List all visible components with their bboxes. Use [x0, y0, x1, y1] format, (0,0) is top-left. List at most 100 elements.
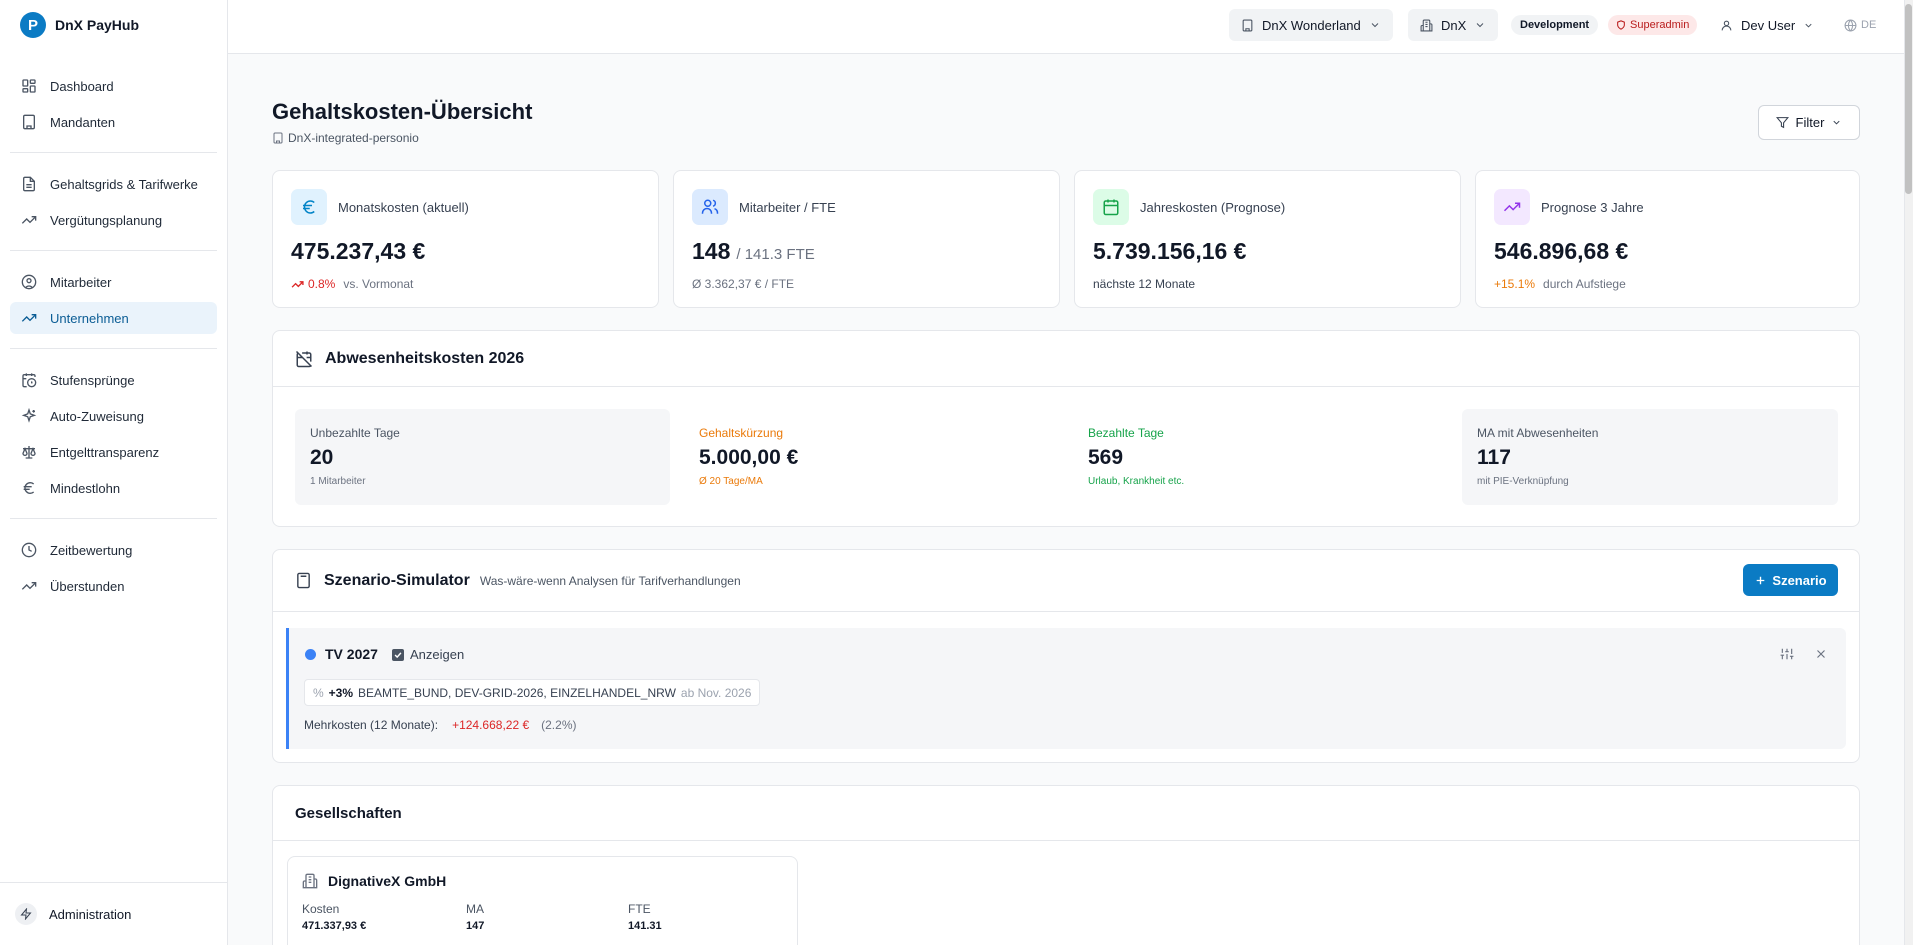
card-subtitle: Was-wäre-wenn Analysen für Tarifverhandl… [479, 573, 741, 588]
sidebar-item-label: Administration [49, 906, 132, 922]
sidebar-item-label: Gehaltsgrids & Tarifwerke [50, 176, 198, 192]
filter-button[interactable]: Filter [1758, 105, 1860, 140]
trending-up-icon [291, 278, 304, 291]
company-cost-label: Kosten [302, 902, 340, 916]
page-title: Gehaltskosten-Übersicht [272, 99, 533, 124]
layout-grid-icon [20, 77, 38, 95]
sidebar-item-label: Mitarbeiter [50, 274, 112, 290]
kpi-card-employees: Mitarbeiter / FTE 148 / 141.3 FTE Ø 3.36… [673, 170, 1060, 308]
sliders-icon[interactable] [1780, 647, 1794, 661]
kpi-card-monthly-cost: Monatskosten (aktuell) 475.237,43 € 0.8%… [272, 170, 659, 308]
scenario-cost: Mehrkosten (12 Monate): +124.668,22 € (2… [304, 718, 576, 732]
scrollbar-thumb[interactable] [1905, 4, 1912, 194]
stat-note: mit PIE-Verknüpfung [1477, 476, 1569, 487]
scenario-actions [1780, 647, 1828, 661]
env-badge: Development [1511, 15, 1599, 35]
cost-percent: (2.2%) [541, 718, 577, 732]
building-icon [1241, 19, 1254, 32]
role-badge-label: Superadmin [1630, 19, 1690, 31]
card-title: Abwesenheitskosten 2026 [325, 349, 525, 367]
euro-icon [291, 189, 327, 225]
checkbox-checked-icon [392, 648, 404, 661]
company-selector[interactable]: DnX [1408, 9, 1499, 41]
clock-icon [20, 541, 38, 559]
scenario-rule-chip: % +3% BEAMTE_BUND, DEV-GRID-2026, EINZEL… [304, 679, 761, 706]
sidebar-item-label: Entgelttransparenz [50, 444, 160, 460]
show-scenario-checkbox[interactable]: Anzeigen [392, 647, 464, 662]
stat-employees-with-absences: MA mit Abwesenheiten 117 mit PIE-Verknüp… [1462, 409, 1838, 505]
cost-value: +124.668,22 € [452, 718, 530, 732]
kpi-sub: +15.1% durch Aufstiege [1494, 277, 1626, 291]
user-circle-icon [20, 273, 38, 291]
kpi-label: Prognose 3 Jahre [1541, 200, 1644, 215]
stat-paid-days: Bezahlte Tage 569 Urlaub, Krankheit etc. [1073, 409, 1448, 505]
language-label: DE [1861, 19, 1877, 31]
plus-icon [1754, 574, 1767, 587]
sidebar-item-label: Auto-Zuweisung [50, 408, 144, 424]
sidebar-item-label: Vergütungsplanung [50, 212, 163, 228]
kpi-sub-text: vs. Vormonat [343, 277, 414, 291]
close-icon[interactable] [1814, 647, 1828, 661]
kpi-value-text: 5.739.156,16 € [1093, 238, 1247, 264]
shield-icon [1616, 20, 1626, 30]
company-name: DignativeX GmbH [302, 873, 446, 889]
stat-unpaid-days: Unbezahlte Tage 20 1 Mitarbeiter [295, 409, 670, 505]
scenario-name: TV 2027 [325, 646, 378, 662]
user-icon [1720, 19, 1733, 32]
scenario-increase: +3% [328, 685, 354, 700]
sidebar-item-gehaltsgrids[interactable]: Gehaltsgrids & Tarifwerke [10, 168, 217, 200]
sidebar-item-mandanten[interactable]: Mandanten [10, 106, 217, 138]
sidebar-item-stufenspruenge[interactable]: Stufensprünge [10, 364, 217, 396]
kpi-label: Jahreskosten (Prognose) [1140, 200, 1286, 215]
sidebar-item-dashboard[interactable]: Dashboard [10, 70, 217, 102]
chevron-down-icon [1369, 19, 1381, 31]
card-title: Szenario-Simulator [324, 571, 470, 589]
kpi-card-forecast: Prognose 3 Jahre 546.896,68 € +15.1% dur… [1475, 170, 1860, 308]
sidebar-item-unternehmen[interactable]: Unternehmen [10, 302, 217, 334]
document-icon [20, 175, 38, 193]
stat-label: Unbezahlte Tage [310, 426, 400, 440]
sidebar-item-mindestlohn[interactable]: Mindestlohn [10, 472, 217, 504]
trending-up-icon [20, 211, 38, 229]
sidebar-item-label: Mindestlohn [50, 480, 121, 496]
sidebar-item-verguetungsplanung[interactable]: Vergütungsplanung [10, 204, 217, 236]
sparkles-icon [20, 407, 38, 425]
kpi-trend: 0.8% [308, 277, 336, 291]
stat-label: Gehaltskürzung [699, 426, 784, 440]
card-header: Abwesenheitskosten 2026 [273, 331, 1859, 387]
users-icon [692, 189, 728, 225]
tenant-selector[interactable]: DnX Wonderland [1229, 9, 1393, 41]
sidebar-item-entgelttransparenz[interactable]: Entgelttransparenz [10, 436, 217, 468]
company-fte-label: FTE [628, 902, 651, 916]
buildings-icon [1420, 19, 1433, 32]
sidebar-item-label: Zeitbewertung [50, 542, 133, 558]
company-name: DnX [1441, 17, 1467, 33]
sidebar-item-auto-zuweisung[interactable]: Auto-Zuweisung [10, 400, 217, 432]
sidebar-item-zeitbewertung[interactable]: Zeitbewertung [10, 534, 217, 566]
sidebar-item-mitarbeiter[interactable]: Mitarbeiter [10, 266, 217, 298]
add-scenario-button[interactable]: Szenario [1743, 564, 1838, 596]
user-menu[interactable]: Dev User [1720, 9, 1814, 41]
trending-up-icon [20, 309, 38, 327]
filter-label: Filter [1795, 115, 1825, 130]
language-switch[interactable]: DE [1844, 9, 1876, 41]
company-card[interactable]: DignativeX GmbH Kosten 471.337,93 € MA 1… [287, 856, 798, 945]
chevron-down-icon [1803, 20, 1814, 31]
brand[interactable]: P DnX PayHub [0, 0, 227, 50]
brand-name: DnX PayHub [55, 17, 140, 33]
kpi-value-fte: / 141.3 FTE [736, 246, 815, 263]
sidebar-item-label: Dashboard [50, 78, 114, 94]
sidebar-item-administration[interactable]: Administration [0, 882, 227, 945]
scenario-from: ab Nov. 2026 [680, 685, 752, 700]
kpi-trend: +15.1% [1494, 277, 1536, 291]
lightning-icon [15, 903, 37, 925]
stat-label: MA mit Abwesenheiten [1477, 426, 1599, 440]
sidebar-item-label: Stufensprünge [50, 372, 135, 388]
page-scrollbar[interactable] [1904, 0, 1913, 945]
stat-note: 1 Mitarbeiter [310, 476, 366, 487]
sidebar-item-ueberstunden[interactable]: Überstunden [10, 570, 217, 602]
calculator-icon [295, 572, 312, 589]
absence-costs-card: Abwesenheitskosten 2026 Unbezahlte Tage … [272, 330, 1860, 527]
building-icon [20, 113, 38, 131]
scale-icon [20, 443, 38, 461]
